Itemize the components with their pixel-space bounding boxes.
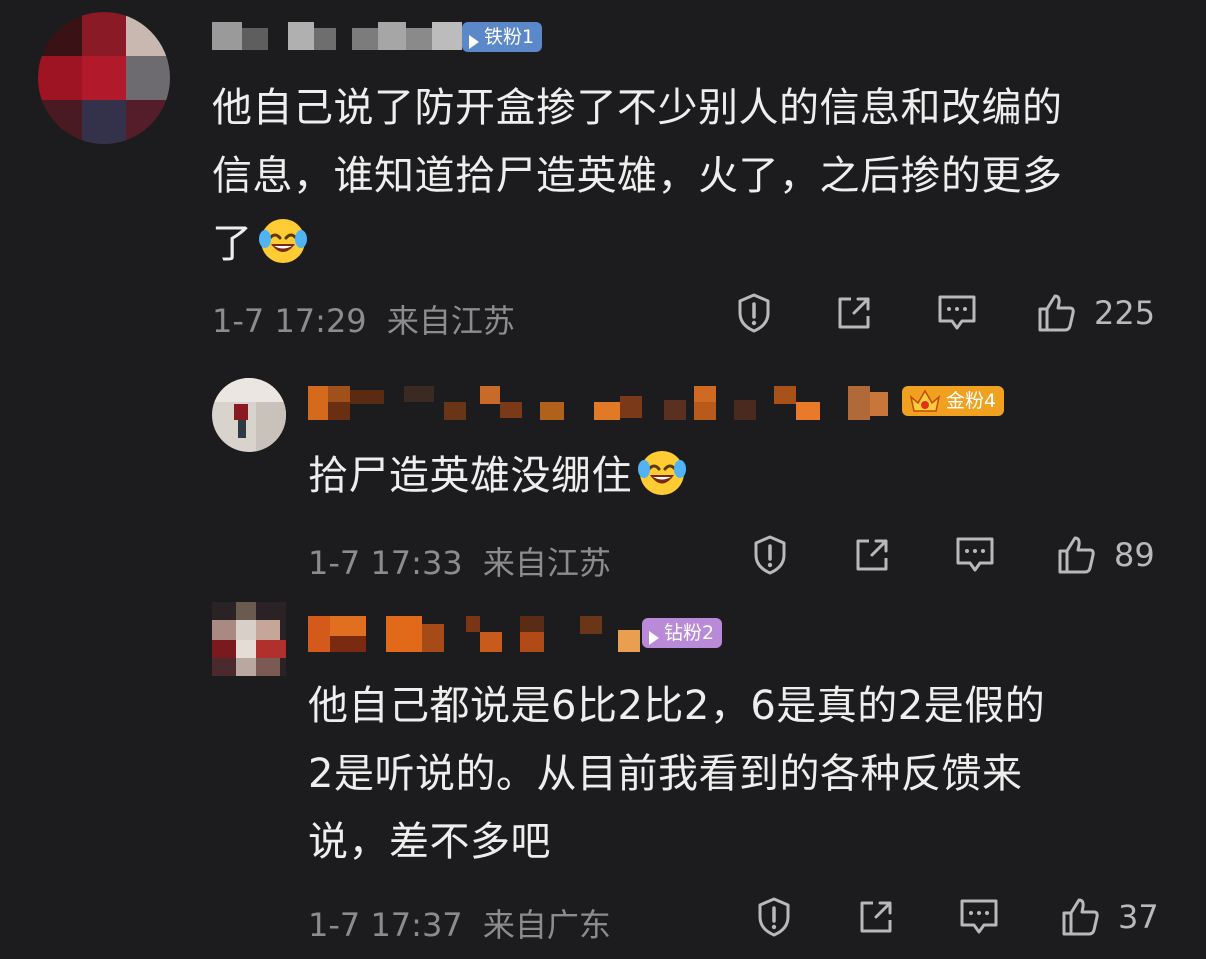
- report-button[interactable]: [732, 288, 776, 338]
- share-button[interactable]: [832, 288, 876, 338]
- comment-meta: 1-7 17:29 来自江苏 225: [212, 288, 1172, 340]
- comment-text: 他自己都说是6比2比2，6是真的2是假的 2是听说的。从目前我看到的各种反馈来 …: [308, 672, 1178, 876]
- comment-text-line: 了: [212, 210, 1172, 278]
- share-icon: [860, 901, 892, 933]
- user-avatar[interactable]: [38, 12, 170, 144]
- reply-comment-icon: [938, 295, 976, 330]
- like-button[interactable]: 37: [1058, 892, 1159, 942]
- report-shield-icon: [738, 293, 770, 333]
- share-button[interactable]: [850, 530, 894, 580]
- fan-badge[interactable]: 钻粉2: [642, 618, 723, 648]
- timestamp: 1-7 17:29: [212, 302, 367, 340]
- comment-text: 拾尸造英雄没绷住: [308, 442, 1168, 510]
- share-button[interactable]: [854, 892, 898, 942]
- share-icon: [856, 539, 888, 571]
- reply-comment-icon: [960, 899, 998, 934]
- comment-text: 他自己说了防开盒掺了不少别人的信息和改编的 信息，谁知道拾尸造英雄，火了，之后掺…: [212, 74, 1172, 278]
- comment-meta: 1-7 17:33 来自江苏 89: [308, 530, 1172, 582]
- comment-text-line: 他自己都说是6比2比2，6是真的2是假的: [308, 683, 1046, 729]
- like-count: 89: [1114, 536, 1155, 574]
- username-mosaic[interactable]: [308, 612, 648, 656]
- comment-2: 金粉4 拾尸造英雄没绷住 1-7 17:33 来自江苏 89: [0, 350, 1206, 600]
- badge-flag-icon: [648, 625, 660, 645]
- laughing-tears-emoji: [257, 215, 309, 267]
- like-count: 37: [1118, 898, 1159, 936]
- thumbs-up-icon: [1038, 294, 1075, 332]
- comment-text-line: 信息，谁知道拾尸造英雄，火了，之后掺的更多: [212, 153, 1063, 199]
- laughing-tears-emoji: [636, 447, 688, 499]
- timestamp-location: 1-7 17:37 来自广东: [308, 900, 611, 946]
- like-button[interactable]: 225: [1034, 288, 1155, 338]
- comment-text-line: 拾尸造英雄没绷住: [308, 442, 1168, 510]
- username-mosaic[interactable]: [212, 18, 462, 58]
- location: 来自广东: [482, 906, 611, 944]
- timestamp: 1-7 17:33: [308, 544, 463, 582]
- fan-badge[interactable]: 金粉4: [902, 386, 1005, 416]
- reply-comment-icon: [956, 537, 994, 572]
- badge-label: 钻粉2: [664, 622, 715, 644]
- reply-button[interactable]: [934, 288, 980, 338]
- thumbs-up-icon: [1058, 536, 1095, 574]
- timestamp-location: 1-7 17:33 来自江苏: [308, 538, 611, 584]
- comment-text-line: 他自己说了防开盒掺了不少别人的信息和改编的: [212, 85, 1063, 131]
- badge-label: 铁粉1: [484, 26, 535, 48]
- comment-text-line: 说，差不多吧: [308, 819, 551, 865]
- timestamp: 1-7 17:37: [308, 906, 463, 944]
- report-shield-icon: [758, 897, 790, 937]
- location: 来自江苏: [482, 544, 611, 582]
- username-row[interactable]: 钻粉2: [308, 612, 748, 652]
- report-button[interactable]: [748, 530, 792, 580]
- badge-label: 金粉4: [946, 390, 997, 412]
- location: 来自江苏: [386, 302, 515, 340]
- share-icon: [838, 297, 870, 329]
- username-row[interactable]: 金粉4: [308, 382, 1028, 422]
- thumbs-up-icon: [1062, 898, 1099, 936]
- like-button[interactable]: 89: [1054, 530, 1155, 580]
- user-avatar[interactable]: [212, 378, 286, 452]
- comment-text-line: 2是听说的。从目前我看到的各种反馈来: [308, 751, 1023, 797]
- comment-3: 钻粉2 他自己都说是6比2比2，6是真的2是假的 2是听说的。从目前我看到的各种…: [0, 600, 1206, 959]
- reply-button[interactable]: [952, 530, 998, 580]
- username-mosaic[interactable]: [308, 382, 888, 422]
- like-count: 225: [1094, 294, 1156, 332]
- comment-meta: 1-7 17:37 来自广东 37: [308, 892, 1172, 944]
- reply-button[interactable]: [956, 892, 1002, 942]
- crown-icon: [908, 387, 942, 415]
- username-row[interactable]: 铁粉1: [212, 18, 572, 58]
- report-shield-icon: [754, 535, 786, 575]
- timestamp-location: 1-7 17:29 来自江苏: [212, 296, 515, 342]
- user-avatar[interactable]: [212, 602, 286, 676]
- fan-badge[interactable]: 铁粉1: [462, 22, 543, 52]
- report-button[interactable]: [752, 892, 796, 942]
- comment-1: 铁粉1 他自己说了防开盒掺了不少别人的信息和改编的 信息，谁知道拾尸造英雄，火了…: [0, 0, 1206, 350]
- badge-flag-icon: [468, 29, 480, 49]
